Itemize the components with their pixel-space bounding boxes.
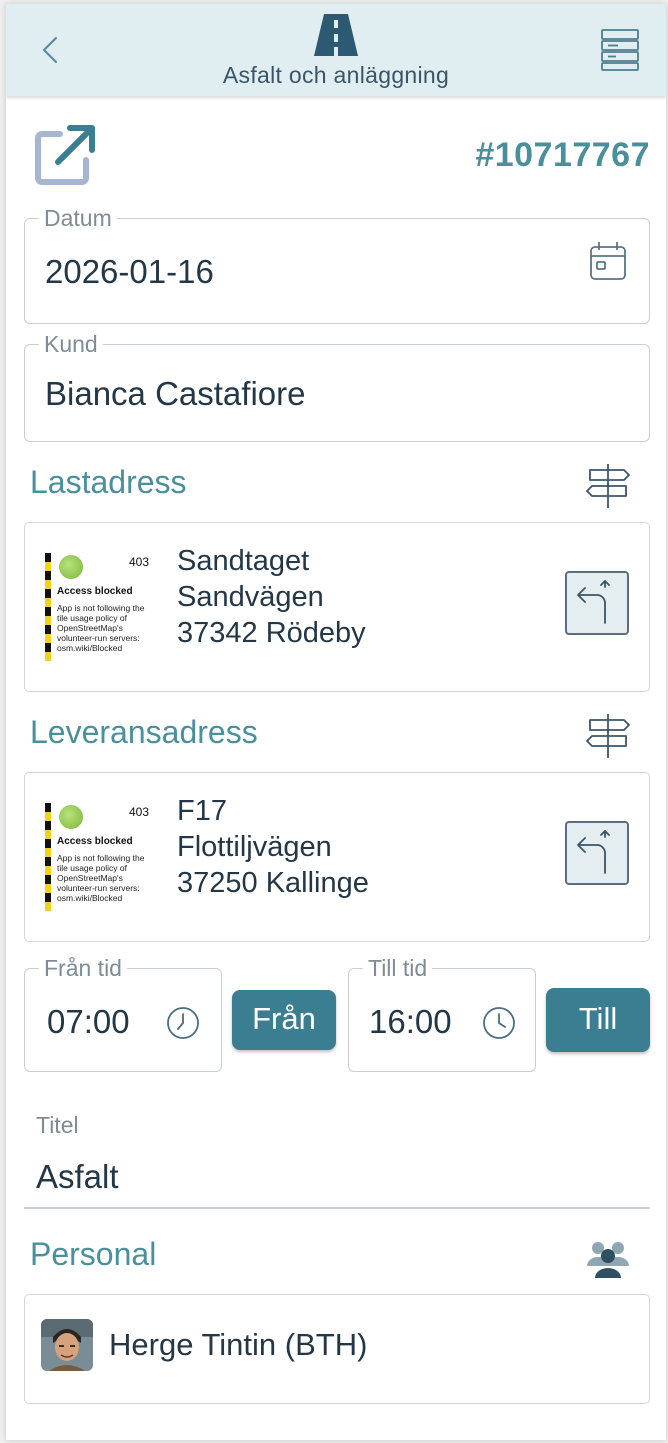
lastadress-card: 403 Access blocked App is not following …	[24, 522, 650, 692]
lastadress-address: Sandtaget Sandvägen 37342 Rödeby	[177, 543, 366, 651]
leveransadress-address: F17 Flottiljvägen 37250 Kallinge	[177, 793, 369, 901]
titel-underline	[24, 1207, 650, 1209]
to-time-value: 16:00	[369, 1003, 452, 1040]
map-error-text: App is not following the tile usage poli…	[57, 853, 145, 903]
open-order-button[interactable]	[32, 122, 98, 188]
map-warning-stripe	[45, 553, 51, 661]
road-icon	[306, 14, 366, 56]
leveransadress-route-button[interactable]	[565, 821, 629, 885]
map-tile[interactable]: 403 Access blocked App is not following …	[45, 803, 155, 911]
app-panel: Asfalt och anläggning #10717767 Datum 20…	[6, 4, 666, 1440]
signpost-icon[interactable]	[584, 712, 632, 760]
leveransadress-card: 403 Access blocked App is not following …	[24, 772, 650, 942]
map-error-heading: Access blocked	[57, 836, 133, 847]
app-title: Asfalt och anläggning	[222, 62, 450, 88]
address-line-1: Sandtaget	[177, 545, 310, 577]
people-icon[interactable]	[584, 1234, 632, 1282]
personal-card[interactable]: Herge Tintin (BTH)	[24, 1294, 650, 1404]
address-line-3: 37342 Rödeby	[177, 617, 366, 649]
kund-label: Kund	[39, 331, 103, 357]
from-time-field[interactable]: Från tid 07:00	[24, 955, 222, 1072]
personal-title: Personal	[30, 1236, 157, 1272]
top-bar: Asfalt och anläggning	[6, 4, 666, 96]
from-time-label: Från tid	[39, 955, 127, 981]
address-line-3: 37250 Kallinge	[177, 867, 369, 899]
to-time-field[interactable]: Till tid 16:00	[348, 955, 536, 1072]
datum-field[interactable]: Datum 2026-01-16	[24, 205, 650, 324]
person-name: Herge Tintin (BTH)	[109, 1327, 368, 1362]
map-error-heading: Access blocked	[57, 586, 133, 597]
map-logo	[59, 805, 83, 829]
list-icon	[601, 29, 639, 71]
clock-icon	[483, 1007, 515, 1039]
datum-label: Datum	[39, 205, 117, 231]
titel-label: Titel	[36, 1112, 79, 1138]
kund-field[interactable]: Kund Bianca Castafiore	[24, 331, 650, 442]
map-tile[interactable]: 403 Access blocked App is not following …	[45, 553, 155, 661]
calendar-icon[interactable]	[587, 239, 629, 283]
order-number: #10717767	[475, 136, 650, 174]
from-time-value: 07:00	[47, 1003, 130, 1040]
address-line-1: F17	[177, 795, 227, 827]
kund-value: Bianca Castafiore	[45, 375, 306, 412]
menu-button[interactable]	[596, 26, 644, 74]
to-time-label: Till tid	[363, 955, 433, 981]
to-button[interactable]: Till	[546, 988, 650, 1052]
leveransadress-title: Leveransadress	[30, 714, 258, 750]
titel-input[interactable]: Asfalt	[36, 1158, 119, 1196]
turn-left-icon	[577, 580, 610, 624]
signpost-icon[interactable]	[584, 462, 632, 510]
clock-icon	[167, 1007, 199, 1039]
address-line-2: Sandvägen	[177, 581, 324, 613]
map-error-code: 403	[129, 805, 150, 819]
map-warning-stripe	[45, 803, 51, 911]
lastadress-title: Lastadress	[30, 464, 187, 500]
from-button[interactable]: Från	[232, 990, 336, 1050]
turn-left-icon	[577, 830, 610, 874]
address-line-2: Flottiljvägen	[177, 831, 332, 863]
map-error-text: App is not following the tile usage poli…	[57, 603, 145, 653]
map-error-code: 403	[129, 555, 150, 569]
avatar	[41, 1319, 93, 1371]
map-logo	[59, 555, 83, 579]
datum-value: 2026-01-16	[45, 253, 214, 290]
lastadress-route-button[interactable]	[565, 571, 629, 635]
external-link-icon	[35, 125, 95, 185]
